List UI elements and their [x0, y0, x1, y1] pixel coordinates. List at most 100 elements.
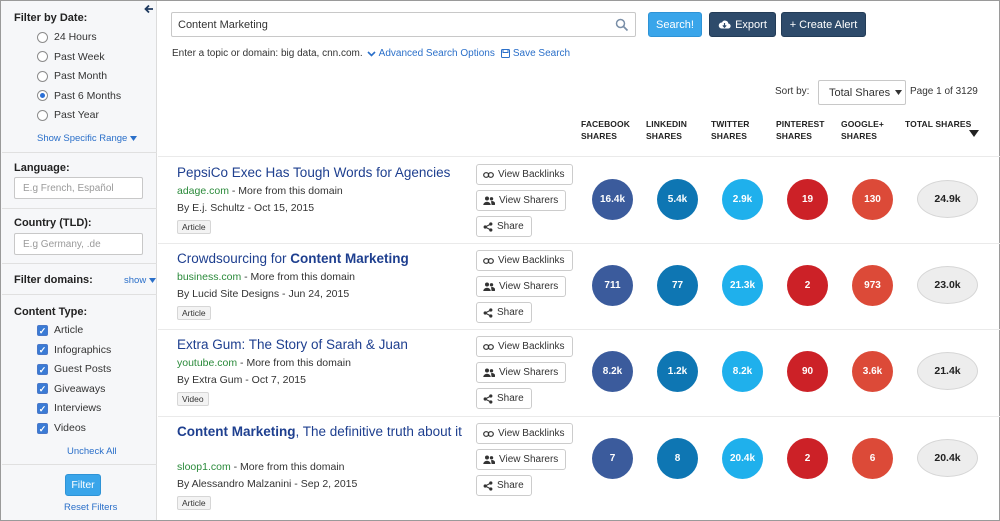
search-box — [171, 12, 636, 37]
result-domain-line: business.com - More from this domain — [177, 271, 355, 283]
date-option-label: 24 Hours — [54, 31, 97, 43]
header-divider — [158, 156, 1000, 157]
result-title-link[interactable]: Content Marketing, The definitive truth … — [177, 423, 462, 441]
content-type-option[interactable]: ✓ Infographics — [37, 343, 111, 357]
link-icon — [483, 343, 494, 350]
result-domain-line: adage.com - More from this domain — [177, 185, 343, 197]
googleplus-shares-count: 973 — [852, 265, 893, 306]
radio-selected-icon — [37, 90, 48, 102]
divider — [2, 294, 157, 295]
divider — [2, 152, 157, 153]
create-alert-button[interactable]: + Create Alert — [781, 12, 866, 37]
result-title-link[interactable]: Extra Gum: The Story of Sarah & Juan — [177, 336, 462, 354]
result-domain-link[interactable]: sloop1.com — [177, 461, 231, 473]
view-backlinks-button[interactable]: View Backlinks — [476, 164, 573, 185]
divider — [2, 464, 157, 465]
share-button[interactable]: Share — [476, 216, 532, 237]
view-sharers-button[interactable]: View Sharers — [476, 190, 567, 211]
share-button[interactable]: Share — [476, 388, 532, 409]
view-sharers-button[interactable]: View Sharers — [476, 449, 567, 470]
uncheck-all-link[interactable]: Uncheck All — [67, 446, 117, 457]
content-type-badge: Article — [177, 220, 211, 234]
date-option-label: Past Month — [54, 70, 108, 83]
content-type-badge: Article — [177, 306, 211, 320]
search-button[interactable]: Search! — [648, 12, 702, 37]
col-label-line: SHARES — [841, 131, 878, 141]
total-shares-count: 23.0k — [917, 266, 978, 304]
sort-select[interactable]: Total Shares — [818, 80, 906, 105]
date-option[interactable]: 24 Hours — [37, 30, 97, 44]
language-input[interactable] — [14, 177, 143, 199]
more-from-domain-link[interactable]: - More from this domain — [229, 185, 343, 197]
result-domain-link[interactable]: adage.com — [177, 185, 229, 197]
show-domains-link[interactable]: show — [124, 275, 156, 286]
date-option[interactable]: Past Week — [37, 50, 105, 64]
radio-icon — [37, 51, 48, 63]
result-domain-link[interactable]: business.com — [177, 271, 241, 283]
country-input[interactable] — [14, 233, 143, 255]
date-option[interactable]: Past Year — [37, 108, 99, 122]
content-type-option[interactable]: ✓ Interviews — [37, 401, 101, 415]
result-title-link[interactable]: Crowdsourcing for Content Marketing — [177, 250, 462, 268]
search-hint: Enter a topic or domain: big data, cnn.c… — [172, 48, 570, 59]
show-domains-label: show — [124, 275, 147, 286]
linkedin-shares-count: 1.2k — [657, 351, 698, 392]
sort-desc-icon[interactable] — [969, 130, 979, 137]
floppy-disk-icon — [500, 49, 510, 58]
content-type-option[interactable]: ✓ Article — [37, 323, 83, 337]
save-search-link[interactable]: Save Search — [500, 48, 570, 59]
chevron-down-icon — [367, 50, 376, 57]
view-sharers-button[interactable]: View Sharers — [476, 276, 567, 297]
search-icon[interactable] — [615, 18, 629, 32]
col-label-line: TOTAL SHARES — [905, 119, 972, 129]
date-option[interactable]: Past 6 Months — [37, 89, 121, 103]
show-specific-range-link[interactable]: Show Specific Range — [37, 133, 137, 144]
view-backlinks-button[interactable]: View Backlinks — [476, 250, 573, 271]
content-type-option[interactable]: ✓ Videos — [37, 421, 86, 435]
view-sharers-button[interactable]: View Sharers — [476, 362, 567, 383]
more-from-domain-link[interactable]: - More from this domain — [231, 461, 345, 473]
caret-down-icon — [895, 90, 903, 95]
date-option-label: Past Year — [54, 109, 99, 122]
googleplus-shares-count: 6 — [852, 438, 893, 479]
col-twitter-shares[interactable]: TWITTER SHARES — [711, 118, 749, 142]
share-icon — [483, 307, 493, 318]
content-type-option[interactable]: ✓ Giveaways — [37, 382, 105, 396]
twitter-shares-count: 21.3k — [722, 265, 763, 306]
button-label: View Backlinks — [498, 169, 565, 180]
col-googleplus-shares[interactable]: GOOGLE+ SHARES — [841, 118, 884, 142]
col-pinterest-shares[interactable]: PINTEREST SHARES — [776, 118, 825, 142]
reset-filters-link[interactable]: Reset Filters — [64, 502, 117, 513]
date-option-label: Past Week — [54, 50, 105, 63]
share-button[interactable]: Share — [476, 475, 532, 496]
col-label-line: SHARES — [711, 131, 748, 141]
more-from-domain-link[interactable]: - More from this domain — [241, 271, 355, 283]
result-title-link[interactable]: PepsiCo Exec Has Tough Words for Agencie… — [177, 164, 462, 182]
content-type-label: Interviews — [54, 402, 102, 415]
more-from-domain-link[interactable]: - More from this domain — [237, 357, 351, 369]
export-button[interactable]: Export — [709, 12, 776, 37]
result-domain-link[interactable]: youtube.com — [177, 357, 237, 369]
advanced-search-link[interactable]: Advanced Search Options — [367, 48, 495, 59]
radio-icon — [37, 109, 48, 121]
date-option[interactable]: Past Month — [37, 69, 107, 83]
col-label-line: SHARES — [776, 131, 813, 141]
col-facebook-shares[interactable]: FACEBOOK SHARES — [581, 118, 630, 142]
result-row: Extra Gum: The Story of Sarah & Juan yout… — [158, 330, 1000, 416]
result-author-date: By E.j. Schultz - Oct 15, 2015 — [177, 202, 315, 214]
view-backlinks-button[interactable]: View Backlinks — [476, 336, 573, 357]
col-total-shares[interactable]: TOTAL SHARES — [905, 118, 971, 130]
date-filter-title: Filter by Date: — [14, 12, 88, 24]
filter-button[interactable]: Filter — [65, 474, 101, 496]
title-text: , The definitive truth about it — [295, 424, 462, 439]
view-backlinks-button[interactable]: View Backlinks — [476, 423, 573, 444]
total-shares-count: 20.4k — [917, 439, 978, 477]
caret-down-icon — [148, 278, 156, 283]
users-icon — [483, 196, 495, 205]
search-input[interactable] — [172, 13, 602, 36]
share-icon — [483, 393, 493, 404]
content-type-option[interactable]: ✓ Guest Posts — [37, 362, 111, 376]
share-button[interactable]: Share — [476, 302, 532, 323]
collapse-sidebar-icon[interactable] — [144, 3, 154, 17]
col-linkedin-shares[interactable]: LINKEDIN SHARES — [646, 118, 687, 142]
